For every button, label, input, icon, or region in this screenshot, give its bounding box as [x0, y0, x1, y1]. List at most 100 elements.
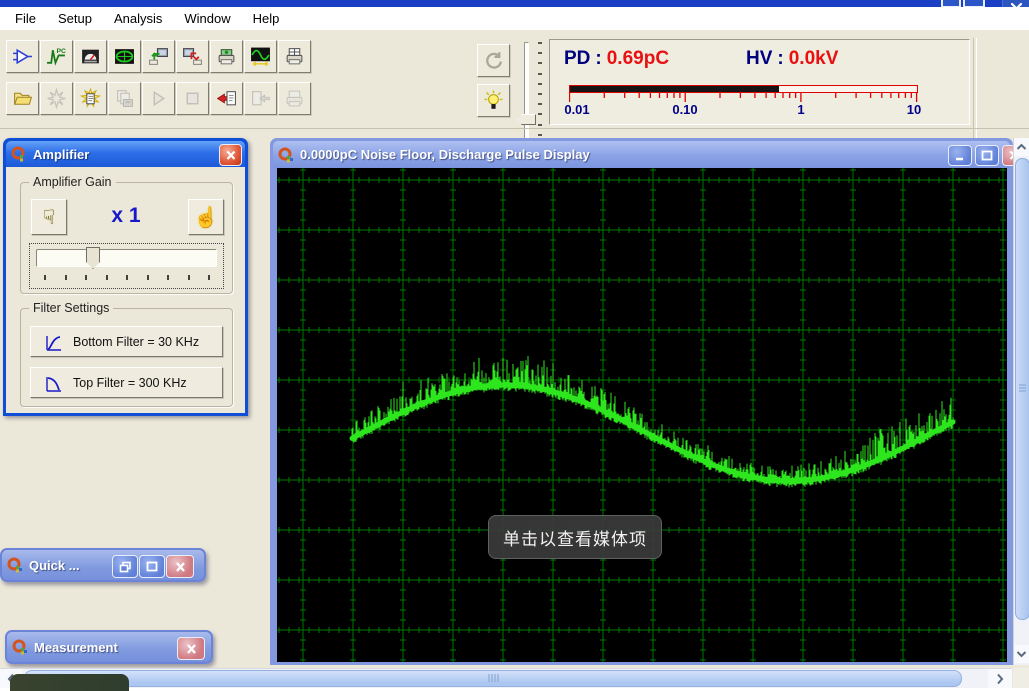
scale-label-10: 10 — [906, 102, 922, 117]
pd-value: 0.69pC — [606, 48, 670, 69]
scope-display[interactable]: 单击以查看媒体项 — [277, 168, 1007, 662]
calibration-burst-icon — [46, 87, 67, 110]
scale-label-010: 0.10 — [672, 102, 698, 117]
scope-ellipse-button[interactable] — [108, 40, 141, 73]
save-docs-icon — [114, 88, 135, 109]
gain-decrease-button[interactable]: ☟ — [31, 199, 67, 235]
scale-bar-fill — [570, 86, 779, 92]
lightbulb-icon — [484, 90, 503, 109]
top-filter-button[interactable]: Top Filter = 300 KHz — [30, 367, 223, 398]
quick-window-title: Quick ... — [29, 557, 80, 573]
svg-text:PC: PC — [57, 48, 67, 55]
measurement-window-title: Measurement — [34, 639, 118, 655]
refresh-button[interactable] — [477, 44, 510, 77]
scroll-up-button[interactable] — [1014, 138, 1029, 156]
hv-label: HV — [746, 48, 773, 69]
export-doc-button[interactable] — [210, 82, 243, 115]
maximize-button[interactable] — [139, 555, 165, 578]
gain-value: x 1 — [111, 204, 141, 227]
app-icon — [7, 557, 22, 573]
outer-titlebar — [0, 0, 1029, 8]
horizontal-scrollbar[interactable] — [0, 668, 1012, 688]
new-test-doc-button[interactable] — [74, 82, 107, 115]
close-button[interactable] — [166, 555, 194, 578]
menu-file[interactable]: File — [4, 9, 47, 28]
scope-titlebar[interactable]: 0.0000pC Noise Floor, Discharge Pulse Di… — [273, 141, 1013, 168]
gain-increase-button[interactable]: ☝ — [188, 199, 224, 235]
window-import-icon — [148, 46, 169, 67]
scope-window-title: 0.0000pC Noise Floor, Discharge Pulse Di… — [300, 147, 590, 162]
toolbar: PC PD : 0.69pC HV : 0.0kV 0.01 0.10 1 10 — [0, 29, 1029, 150]
close-button[interactable] — [1002, 145, 1013, 166]
close-button[interactable] — [177, 637, 205, 660]
window-import-button[interactable] — [142, 40, 175, 73]
scope-ellipse-icon — [114, 46, 135, 67]
low-pass-curve-icon — [46, 376, 61, 392]
chevron-right-icon — [997, 673, 1004, 684]
filter-settings-group: Filter Settings Bottom Filter = 30 KHz T… — [20, 301, 233, 407]
app-icon — [12, 639, 27, 655]
amplifier-button[interactable] — [6, 40, 39, 73]
scroll-right-button[interactable] — [988, 669, 1012, 688]
forward-doc-icon — [250, 88, 271, 109]
waveform-span-button[interactable] — [244, 40, 277, 73]
chevron-up-icon — [1016, 143, 1027, 150]
menu-window[interactable]: Window — [173, 9, 241, 28]
gain-slider-track — [36, 249, 217, 267]
minimize-button[interactable] — [948, 145, 972, 166]
forward-doc-button[interactable] — [244, 82, 277, 115]
print-grid-button[interactable] — [278, 40, 311, 73]
vertical-scroll-thumb[interactable] — [1015, 158, 1029, 620]
measurement-window[interactable]: Measurement — [5, 630, 213, 664]
chevron-down-icon — [1016, 651, 1027, 658]
gain-slider[interactable] — [29, 243, 224, 289]
maximize-button[interactable] — [975, 145, 999, 166]
menu-setup[interactable]: Setup — [47, 9, 103, 28]
media-overlay-text: 单击以查看媒体项 — [503, 529, 647, 549]
play-button[interactable] — [142, 82, 175, 115]
slider-ticks — [538, 42, 542, 146]
close-button[interactable] — [219, 144, 242, 166]
toolbar-row-1: PC — [6, 40, 312, 73]
stop-icon — [182, 88, 203, 109]
menu-analysis[interactable]: Analysis — [103, 9, 173, 28]
high-pass-curve-icon — [46, 335, 61, 351]
quick-window[interactable]: Quick ... — [0, 548, 206, 582]
amplifier-titlebar[interactable]: Amplifier — [6, 141, 245, 167]
printer-icon — [284, 88, 305, 109]
meter-range-slider[interactable] — [514, 40, 548, 150]
slider-thumb[interactable] — [517, 114, 536, 125]
save-docs-button[interactable] — [108, 82, 141, 115]
menu-help[interactable]: Help — [242, 9, 291, 28]
bottom-filter-button[interactable]: Bottom Filter = 30 KHz — [30, 326, 223, 357]
print-screen-button[interactable] — [210, 40, 243, 73]
meter-readout: PD : 0.69pC HV : 0.0kV — [550, 48, 969, 72]
pd-pulse-icon: PC — [46, 46, 67, 67]
hand-up-icon: ☝ — [193, 206, 219, 229]
scale-labels: 0.01 0.10 1 10 — [564, 102, 922, 118]
scale-label-1: 1 — [797, 102, 805, 117]
stop-button[interactable] — [176, 82, 209, 115]
toolbar-groove — [973, 38, 977, 150]
meter-button[interactable] — [74, 40, 107, 73]
open-folder-button[interactable] — [6, 82, 39, 115]
amplifier-body: Amplifier Gain ☟ ☝ x 1 Filter Settings B… — [6, 167, 245, 413]
pd-log-scale: 0.01 0.10 1 10 — [564, 85, 922, 121]
printer-button[interactable] — [278, 82, 311, 115]
lightbulb-button[interactable] — [477, 84, 510, 117]
top-filter-label: Top Filter = 300 KHz — [73, 375, 187, 390]
slider-track — [524, 42, 529, 148]
horizontal-scroll-thumb[interactable] — [24, 670, 962, 687]
window-export-button[interactable] — [176, 40, 209, 73]
vertical-scrollbar[interactable] — [1013, 138, 1029, 665]
restore-button[interactable] — [112, 555, 138, 578]
app-icon — [11, 146, 26, 162]
media-overlay-tooltip[interactable]: 单击以查看媒体项 — [488, 515, 662, 559]
toolbar-separator — [0, 128, 1029, 129]
scroll-down-button[interactable] — [1014, 645, 1029, 663]
maximize-icon — [146, 561, 158, 572]
calibration-burst-button[interactable] — [40, 82, 73, 115]
pd-pulse-button[interactable]: PC — [40, 40, 73, 73]
gain-slider-ticks — [44, 275, 210, 280]
pd-label: PD — [564, 48, 591, 69]
